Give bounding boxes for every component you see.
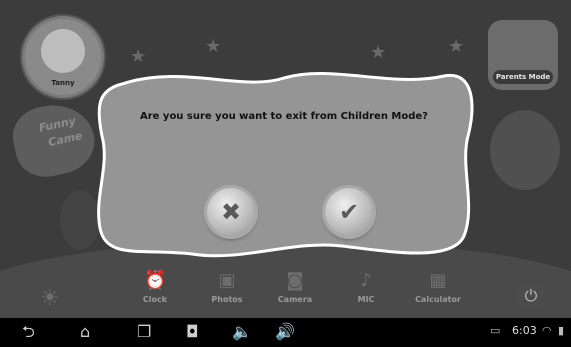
screenshot-icon[interactable]: ◘ bbox=[186, 322, 199, 342]
camera-icon: ◙ bbox=[286, 270, 304, 291]
app-clock[interactable]: ⏰ Clock bbox=[125, 270, 185, 316]
home-icon[interactable]: ⌂ bbox=[80, 322, 90, 342]
parents-mode-button[interactable]: Parents Mode bbox=[488, 20, 558, 90]
avatar-face bbox=[41, 29, 85, 73]
screen: ★ ★ ★ ★ Tanny Funny Came Parents Mode ☀ … bbox=[0, 0, 571, 347]
checkmark-icon: ✔ bbox=[338, 198, 360, 226]
app-label: Calculator bbox=[415, 295, 461, 304]
funny-game-sign[interactable]: Funny Came bbox=[7, 97, 101, 183]
wifi-icon: ◠ bbox=[542, 324, 552, 337]
dialog-message: Are you sure you want to exit from Child… bbox=[139, 111, 428, 122]
microphone-icon: ♪ bbox=[360, 270, 372, 291]
recent-apps-icon[interactable]: ❐ bbox=[137, 322, 151, 342]
notification-icon: ▭ bbox=[490, 324, 501, 337]
app-mic[interactable]: ♪ MIC bbox=[336, 270, 396, 316]
confirm-button[interactable]: ✔ bbox=[325, 188, 373, 236]
app-camera[interactable]: ◙ Camera bbox=[265, 270, 325, 316]
clock-icon: ⏰ bbox=[144, 270, 167, 291]
app-label: MIC bbox=[357, 295, 375, 304]
app-photos[interactable]: ▣ Photos bbox=[197, 270, 257, 316]
close-icon: ✖ bbox=[220, 198, 242, 226]
app-calculator[interactable]: ▦ Calculator bbox=[408, 270, 468, 316]
power-icon[interactable]: ⏻ bbox=[516, 281, 546, 311]
cancel-button[interactable]: ✖ bbox=[207, 188, 255, 236]
app-label: Clock bbox=[142, 295, 168, 304]
parents-mode-label: Parents Mode bbox=[493, 70, 553, 84]
status-clock: 6:03 bbox=[512, 324, 537, 337]
app-label: Camera bbox=[277, 295, 313, 304]
star-icon: ★ bbox=[370, 42, 387, 63]
dialog-cloud-shape bbox=[97, 71, 474, 258]
funny-sign-line2: Came bbox=[47, 129, 84, 150]
star-icon: ★ bbox=[448, 36, 465, 57]
profile-name: Tanny bbox=[51, 79, 75, 87]
calculator-icon: ▦ bbox=[429, 270, 447, 291]
volume-up-icon[interactable]: 🔊 bbox=[275, 322, 295, 342]
back-icon[interactable]: ⮌ bbox=[22, 322, 35, 342]
star-icon: ★ bbox=[205, 36, 222, 57]
bottom-app-bar: ⏰ Clock ▣ Photos ◙ Camera ♪ MIC ▦ Calcul… bbox=[0, 268, 571, 318]
app-label: Photos bbox=[211, 295, 243, 304]
star-icon: ★ bbox=[130, 46, 147, 67]
game-controller-tree-icon[interactable] bbox=[490, 110, 560, 190]
volume-down-icon[interactable]: 🔈 bbox=[232, 322, 252, 342]
exit-confirm-dialog: Are you sure you want to exit from Child… bbox=[92, 66, 476, 262]
photos-icon: ▣ bbox=[218, 270, 236, 291]
system-navigation-bar: ⮌ ⌂ ❐ ◘ 🔈 🔊 ▭ 6:03 ◠ ▮ bbox=[0, 318, 571, 347]
battery-icon: ▮ bbox=[558, 324, 565, 337]
